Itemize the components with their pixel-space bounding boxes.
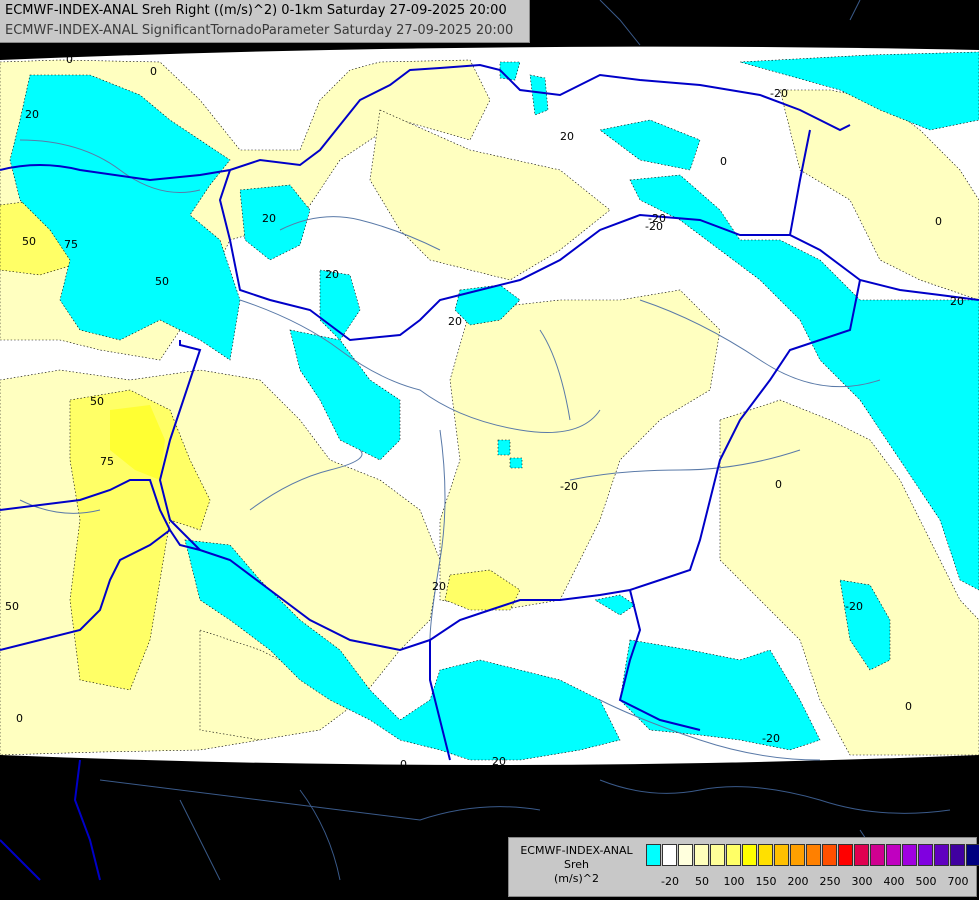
legend-swatch xyxy=(694,844,709,866)
contour-label: -20 xyxy=(648,212,666,225)
contour-label: 20 xyxy=(560,130,574,143)
data-region xyxy=(0,46,979,765)
legend-title: ECMWF-INDEX-ANAL Sreh (m/s)^2 xyxy=(509,844,644,886)
contour-label: 0 xyxy=(66,53,73,66)
legend-tick-label: 300 xyxy=(851,875,873,888)
contour-label: -20 xyxy=(770,87,788,100)
legend-tick-label: 250 xyxy=(819,875,841,888)
legend-title-line-1: ECMWF-INDEX-ANAL xyxy=(520,844,633,857)
contour-label: 50 xyxy=(90,395,104,408)
contour-label: 0 xyxy=(400,758,407,771)
contour-label: 0 xyxy=(775,478,782,491)
contour-label: 0 xyxy=(150,65,157,78)
legend-swatch xyxy=(886,844,901,866)
legend-tick-label: -20 xyxy=(661,875,679,888)
contour-label: 0 xyxy=(16,712,23,725)
legend-tick-label: 200 xyxy=(787,875,809,888)
legend-swatch xyxy=(662,844,677,866)
title-line-2: ECMWF-INDEX-ANAL SignificantTornadoParam… xyxy=(5,23,514,38)
contour-label: 20 xyxy=(492,755,506,768)
legend-swatch xyxy=(774,844,789,866)
contour-label: 20 xyxy=(432,580,446,593)
legend-swatch xyxy=(726,844,741,866)
contour-label: -20 xyxy=(762,732,780,745)
map-title: ECMWF-INDEX-ANAL Sreh Right ((m/s)^2) 0-… xyxy=(0,0,530,43)
legend-tick-label: 500 xyxy=(915,875,937,888)
title-line-1: ECMWF-INDEX-ANAL Sreh Right ((m/s)^2) 0-… xyxy=(5,3,507,18)
legend-swatch xyxy=(678,844,693,866)
legend-swatch xyxy=(902,844,917,866)
legend-tick-label: 700 xyxy=(947,875,969,888)
legend-swatch xyxy=(870,844,885,866)
contour-label: 0 xyxy=(720,155,727,168)
legend-title-line-2: Sreh xyxy=(563,858,589,871)
contour-label: -20 xyxy=(845,600,863,613)
legend-swatch xyxy=(742,844,757,866)
legend-tick-label: 150 xyxy=(755,875,777,888)
contour-label: 75 xyxy=(100,455,114,468)
legend-swatch xyxy=(758,844,773,866)
color-legend: ECMWF-INDEX-ANAL Sreh (m/s)^2 -20 50 100 15… xyxy=(508,837,979,897)
legend-swatch xyxy=(838,844,853,866)
contour-label: 20 xyxy=(950,295,964,308)
contour-label: 20 xyxy=(25,108,39,121)
legend-swatches xyxy=(646,844,979,866)
legend-swatch xyxy=(822,844,837,866)
legend-tick-label: 100 xyxy=(723,875,745,888)
contour-label: 75 xyxy=(64,238,78,251)
legend-swatch xyxy=(710,844,725,866)
contour-label: -20 xyxy=(560,480,578,493)
legend-ticks: -20 50 100 150 200 250 300 400 500 700 xyxy=(646,875,976,889)
contour-label: 0 xyxy=(905,700,912,713)
contour-label: 50 xyxy=(22,235,36,248)
legend-swatch xyxy=(790,844,805,866)
contour-label: 20 xyxy=(262,212,276,225)
contour-label: 0 xyxy=(935,215,942,228)
legend-swatch xyxy=(934,844,949,866)
contour-label: 50 xyxy=(155,275,169,288)
contour-label: 20 xyxy=(325,268,339,281)
legend-swatch xyxy=(806,844,821,866)
contour-label: 50 xyxy=(5,600,19,613)
legend-swatch xyxy=(646,844,661,866)
legend-swatch xyxy=(966,844,979,866)
legend-swatch xyxy=(950,844,965,866)
weather-map: 0 0 20 50 75 50 20 20 20 20 -20 0 0 -20 … xyxy=(0,0,979,900)
legend-tick-label: 400 xyxy=(883,875,905,888)
contour-label: 20 xyxy=(448,315,462,328)
legend-swatch xyxy=(918,844,933,866)
legend-title-line-3: (m/s)^2 xyxy=(554,872,599,885)
legend-swatch xyxy=(854,844,869,866)
legend-tick-label: 50 xyxy=(695,875,709,888)
